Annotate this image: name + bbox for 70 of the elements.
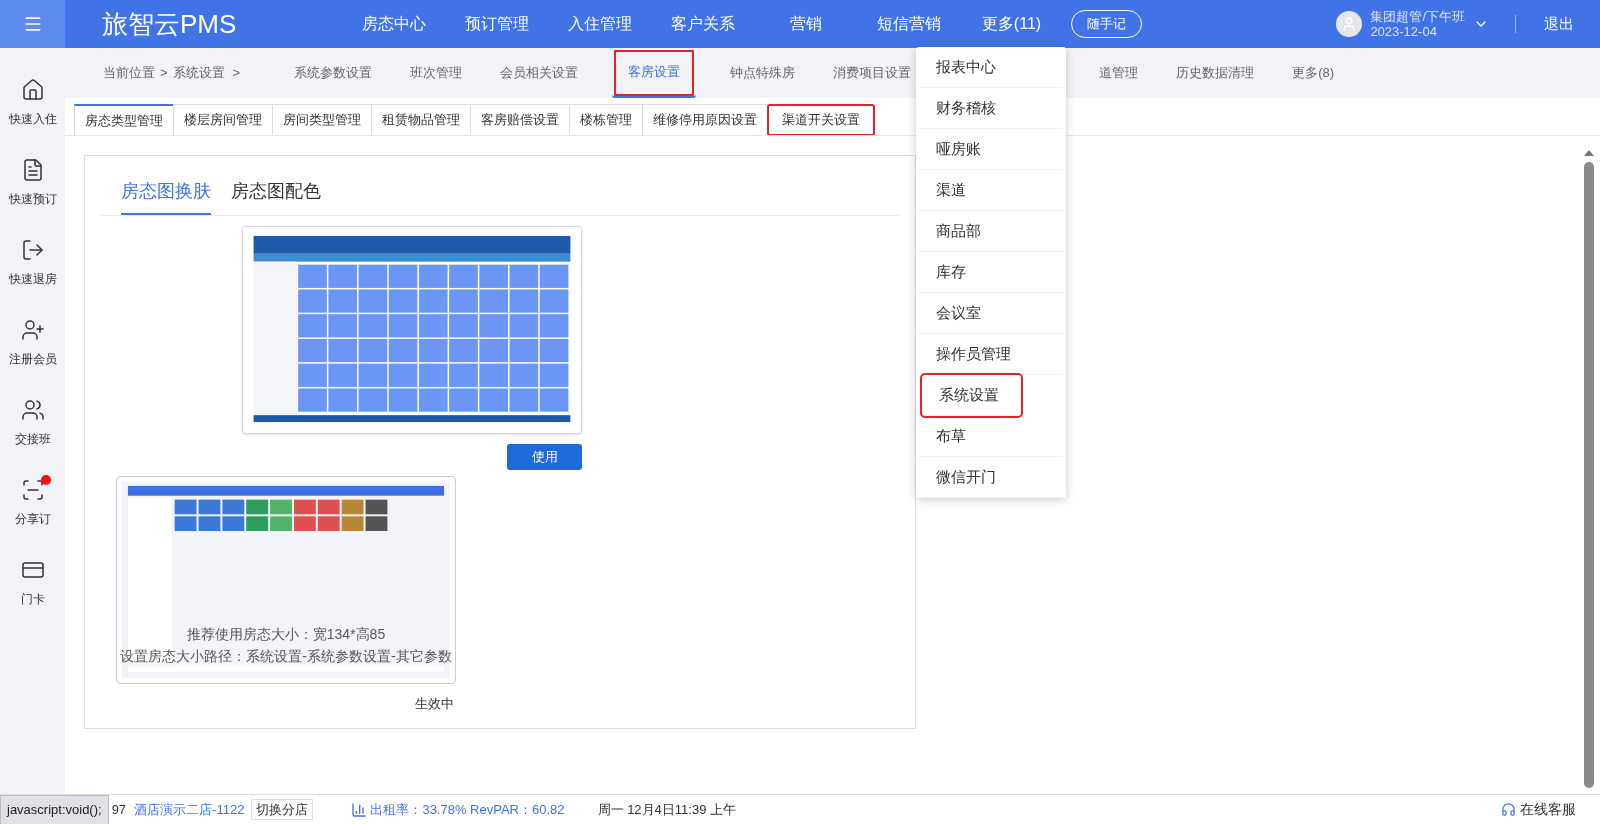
sidebar-item[interactable]: 分享订 — [2, 478, 63, 536]
menu-item[interactable]: 会议室 — [919, 293, 1063, 334]
date-time: 周一 12月4日11:39 上午 — [597, 800, 736, 819]
sidebar-item[interactable]: 快速预订 — [2, 158, 63, 216]
settings-tab[interactable]: 钟点特殊房 — [726, 48, 800, 98]
link-tooltip: javascript:void(); — [0, 794, 109, 824]
settings-tab[interactable]: 班次管理 — [406, 48, 467, 98]
skin-tab[interactable]: 房态图配色 — [231, 178, 321, 215]
menu-item[interactable]: 布草 — [919, 416, 1063, 457]
switch-branch-button[interactable]: 切换分店 — [251, 798, 314, 821]
size-note: 设置房态大小路径：系统设置-系统参数设置-其它参数 — [120, 647, 452, 666]
status-code: 97 — [111, 800, 127, 819]
nav-link[interactable]: 预订管理 — [445, 12, 548, 36]
menu-item[interactable]: 报表中心 — [919, 47, 1063, 88]
user-name[interactable]: 集团超管/下午班 — [1370, 9, 1465, 24]
scroll-thumb[interactable] — [1584, 162, 1594, 788]
avatar[interactable] — [1336, 11, 1363, 37]
user-add-icon — [20, 318, 45, 342]
scroll-up-icon[interactable] — [1584, 150, 1594, 156]
breadcrumb-separator: > — [160, 64, 168, 83]
sidebar-item[interactable]: 门卡 — [2, 558, 63, 616]
nav-link[interactable]: 营销 — [754, 12, 857, 36]
hotel-link[interactable]: 酒店演示二店-1122 — [134, 799, 245, 820]
online-service-link[interactable]: 在线客服 — [1501, 799, 1576, 820]
bar-chart-icon — [351, 801, 368, 818]
house-icon — [20, 78, 45, 102]
sidebar-item[interactable]: 快速入住 — [2, 78, 63, 136]
menu-item[interactable]: 库存 — [919, 252, 1063, 293]
breadcrumb-path: 系统设置 — [172, 64, 225, 83]
sub-tab[interactable]: 渠道开关设置 — [767, 104, 875, 136]
menu-item[interactable]: 微信开门 — [919, 457, 1063, 498]
scan-icon — [20, 478, 45, 502]
headset-icon — [1501, 802, 1516, 817]
logout-link[interactable]: 退出 — [1544, 12, 1574, 36]
sidebar-item[interactable]: 交接班 — [2, 398, 63, 456]
nav-link[interactable]: 更多(11) — [960, 12, 1063, 36]
nav-link[interactable]: 客户关系 — [651, 12, 754, 36]
app-logo: 旅智云PMS — [102, 7, 238, 41]
breadcrumb-label: 当前位置 — [103, 64, 155, 83]
nav-link[interactable]: 入住管理 — [548, 12, 651, 36]
scrollbar[interactable] — [1582, 150, 1596, 788]
settings-tab[interactable]: 系统参数设置 — [290, 48, 377, 98]
menu-toggle-button[interactable] — [0, 0, 65, 48]
occupancy-text: 出租率：33.78% RevPAR：60.82 — [370, 800, 565, 819]
exit-icon — [20, 238, 45, 262]
nav-link[interactable]: 房态中心 — [342, 12, 445, 36]
settings-tab[interactable]: 道管理 — [1095, 48, 1143, 98]
skin-tab[interactable]: 房态图换肤 — [121, 178, 211, 215]
menu-item[interactable]: 渠道 — [919, 170, 1063, 211]
settings-tab[interactable]: 更多(8) — [1288, 48, 1339, 98]
menu-item[interactable]: 商品部 — [919, 211, 1063, 252]
nav-link[interactable]: 短信营销 — [857, 12, 960, 36]
menu-item[interactable]: 系统设置 — [922, 375, 1021, 416]
menu-item[interactable]: 操作员管理 — [919, 334, 1063, 375]
settings-tab[interactable]: 会员相关设置 — [496, 48, 583, 98]
settings-tab[interactable]: 历史数据清理 — [1172, 48, 1259, 98]
settings-tab[interactable]: 客房设置 — [612, 48, 697, 98]
user-date: 2023-12-04 — [1370, 24, 1438, 39]
sub-tab[interactable]: 房态类型管理 — [74, 104, 174, 136]
menu-item[interactable]: 财务稽核 — [919, 88, 1063, 129]
menu-item[interactable]: 哑房账 — [919, 129, 1063, 170]
breadcrumb-separator: > — [232, 64, 241, 83]
size-note: 推荐使用房态大小：宽134*高85 — [186, 625, 386, 644]
settings-tab[interactable]: 消费项目设置 — [829, 48, 916, 98]
active-status: 生效中 — [415, 695, 454, 713]
use-button[interactable]: 使用 — [507, 444, 582, 470]
users-icon — [20, 398, 45, 422]
sidebar-item[interactable]: 快速退房 — [2, 238, 63, 296]
sub-tab[interactable]: 维修停用原因设置 — [642, 104, 768, 136]
sidebar-item[interactable]: 注册会员 — [2, 318, 63, 376]
